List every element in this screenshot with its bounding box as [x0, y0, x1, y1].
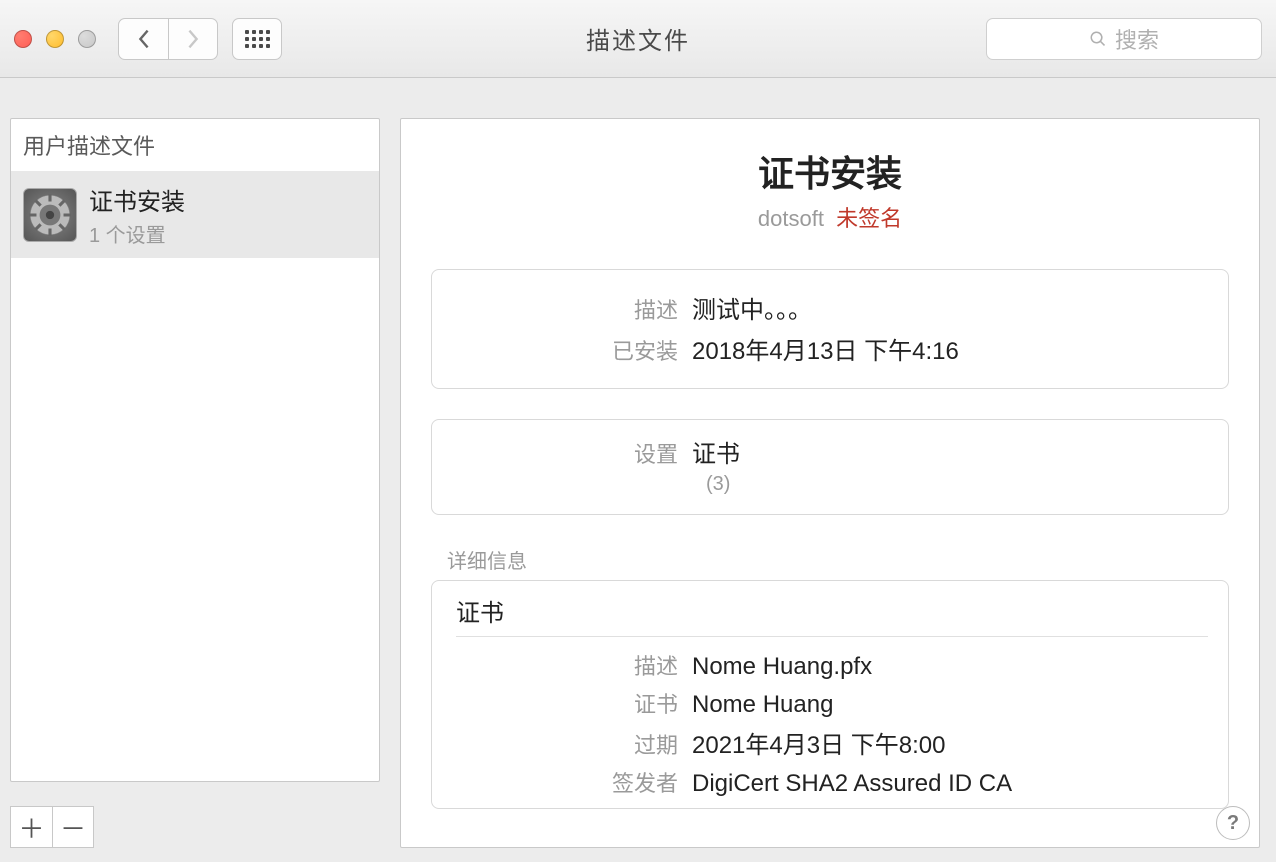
chevron-left-icon — [138, 29, 150, 49]
search-placeholder: 搜索 — [1115, 23, 1159, 55]
cert-label-cert: 证书 — [452, 687, 692, 719]
close-window-button[interactable] — [14, 30, 32, 48]
cert-label-desc: 描述 — [452, 649, 692, 681]
window-title: 描述文件 — [586, 21, 690, 56]
label-description: 描述 — [452, 293, 692, 325]
maximize-window-button[interactable] — [78, 30, 96, 48]
cert-value-issuer: DigiCert SHA2 Assured ID CA — [692, 770, 1012, 798]
value-description: 测试中。。。 — [692, 290, 812, 325]
cert-value-desc: Nome Huang.pfx — [692, 653, 872, 681]
traffic-lights — [14, 30, 96, 48]
main-panel: 证书安装 dotsoft 未签名 描述 测试中。。。 已安装 2018年4月13… — [400, 118, 1260, 848]
gear-icon — [23, 188, 77, 242]
value-settings: 证书 — [692, 434, 740, 469]
sidebar-header: 用户描述文件 — [11, 119, 379, 172]
forward-button[interactable] — [168, 18, 218, 60]
profile-subtitle: dotsoft 未签名 — [431, 201, 1229, 233]
cert-value-cert: Nome Huang — [692, 691, 833, 719]
details-header: 证书 — [456, 593, 1208, 637]
details-section-label: 详细信息 — [447, 545, 1229, 574]
settings-card: 设置 证书 (3) — [431, 419, 1229, 515]
help-button[interactable]: ? — [1216, 806, 1250, 840]
cert-label-issuer: 签发者 — [452, 766, 692, 798]
titlebar: 描述文件 搜索 — [0, 0, 1276, 78]
profile-item-texts: 证书安装 1 个设置 — [89, 182, 185, 248]
search-icon — [1089, 30, 1107, 48]
profile-org: dotsoft — [758, 206, 824, 231]
back-button[interactable] — [118, 18, 168, 60]
profile-item-name: 证书安装 — [89, 182, 185, 217]
signing-status: 未签名 — [836, 206, 902, 231]
details-card: 证书 描述 Nome Huang.pfx 证书 Nome Huang 过期 20… — [431, 580, 1229, 809]
settings-count: (3) — [706, 473, 1208, 496]
summary-card: 描述 测试中。。。 已安装 2018年4月13日 下午4:16 — [431, 269, 1229, 389]
cert-label-expiry: 过期 — [452, 728, 692, 760]
label-settings: 设置 — [452, 437, 692, 469]
footer-controls: ＋ － — [10, 806, 94, 848]
add-profile-button[interactable]: ＋ — [10, 806, 52, 848]
remove-profile-button[interactable]: － — [52, 806, 94, 848]
chevron-right-icon — [187, 29, 199, 49]
grid-icon — [245, 30, 270, 48]
nav-buttons — [118, 18, 218, 60]
search-input[interactable]: 搜索 — [986, 18, 1262, 60]
value-installed: 2018年4月13日 下午4:16 — [692, 331, 959, 366]
show-all-prefs-button[interactable] — [232, 18, 282, 60]
profile-title: 证书安装 — [431, 145, 1229, 197]
profile-item-subtitle: 1 个设置 — [89, 219, 185, 248]
sidebar: 用户描述文件 证书安装 — [10, 118, 380, 782]
minimize-window-button[interactable] — [46, 30, 64, 48]
cert-value-expiry: 2021年4月3日 下午8:00 — [692, 725, 945, 760]
profile-list-item[interactable]: 证书安装 1 个设置 — [11, 172, 379, 258]
label-installed: 已安装 — [452, 334, 692, 366]
